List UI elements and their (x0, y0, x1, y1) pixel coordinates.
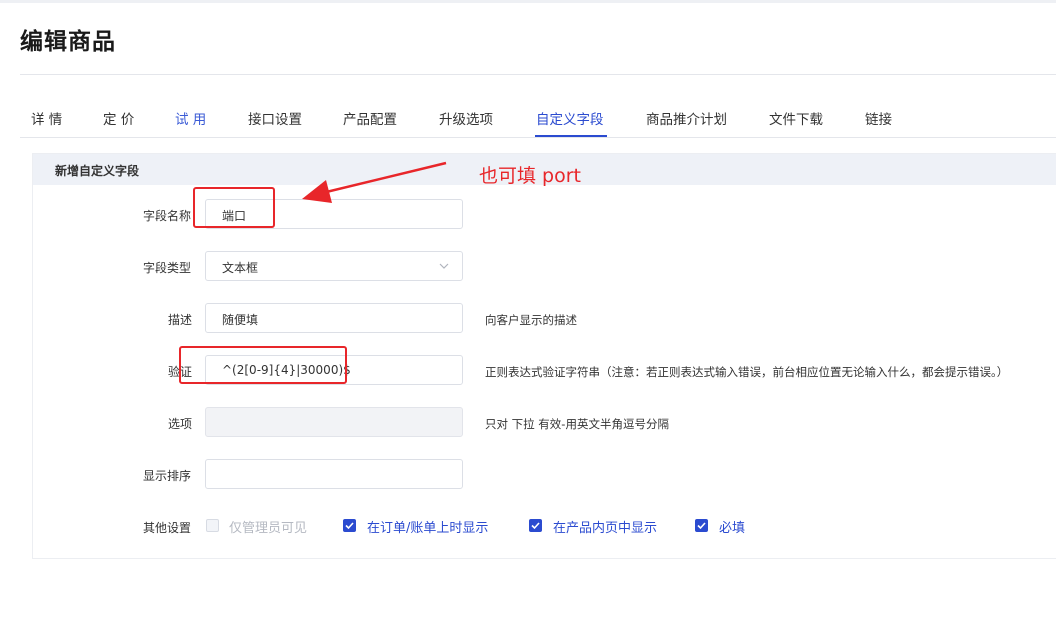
annotation-note: 也可填 port (479, 165, 581, 187)
annotation-arrow (302, 161, 447, 203)
